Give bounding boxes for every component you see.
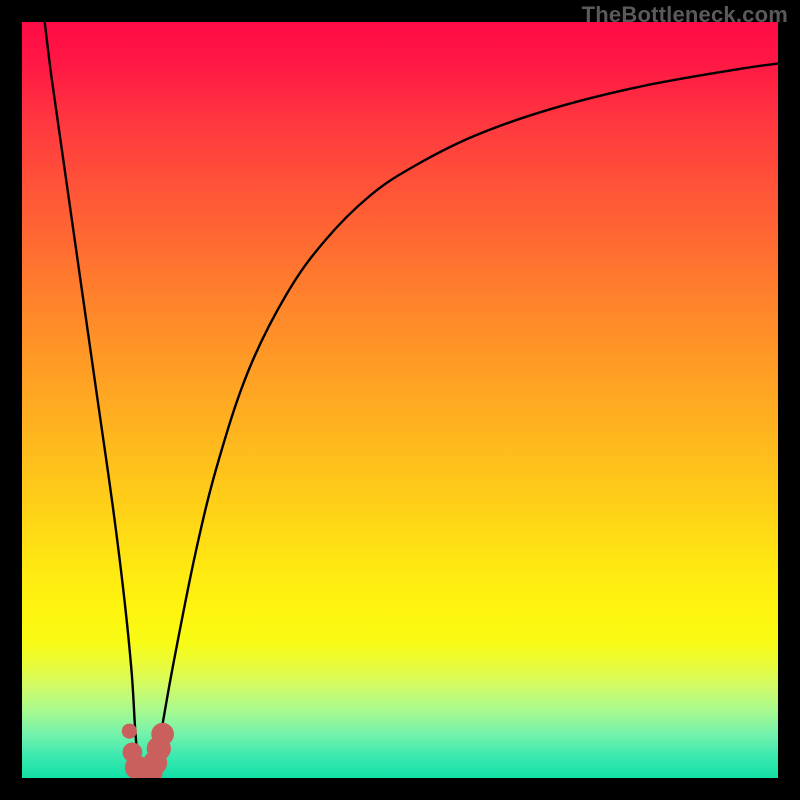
bottleneck-curve	[45, 22, 778, 775]
marker-group	[122, 723, 174, 778]
watermark-text: TheBottleneck.com	[582, 2, 788, 28]
data-marker	[151, 723, 174, 746]
plot-area	[22, 22, 778, 778]
curve-layer	[22, 22, 778, 778]
data-marker	[122, 724, 137, 739]
chart-frame: TheBottleneck.com	[0, 0, 800, 800]
